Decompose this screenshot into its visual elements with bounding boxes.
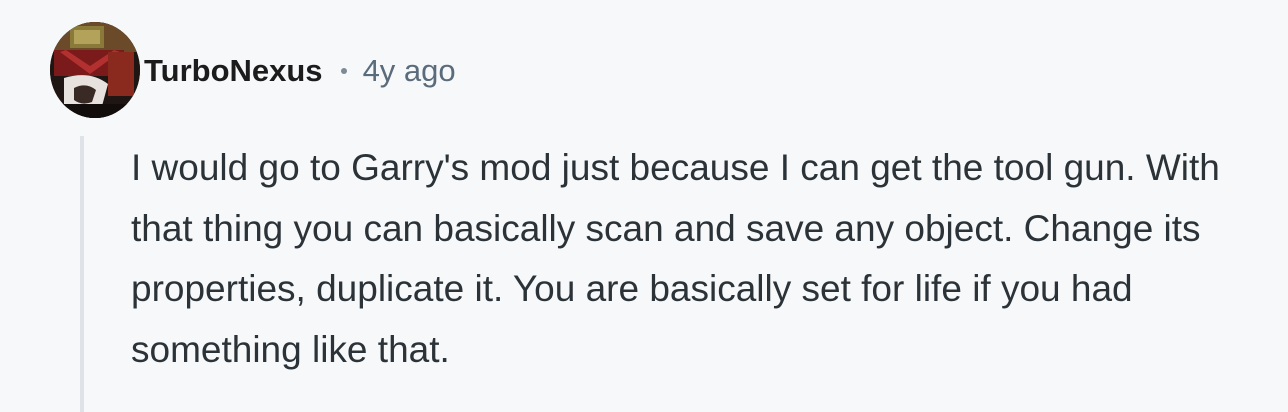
comment-header: TurboNexus 4y ago: [144, 50, 456, 92]
user-avatar-icon[interactable]: [50, 22, 140, 118]
author-username[interactable]: TurboNexus: [144, 53, 323, 89]
comment-timestamp[interactable]: 4y ago: [363, 53, 456, 89]
comment: TurboNexus 4y ago I would go to Garry's …: [0, 0, 1288, 412]
comment-body: I would go to Garry's mod just because I…: [131, 147, 1220, 370]
thread-collapse-line[interactable]: [80, 136, 84, 412]
avatar-image: [50, 22, 140, 118]
separator-dot-icon: [340, 68, 347, 74]
